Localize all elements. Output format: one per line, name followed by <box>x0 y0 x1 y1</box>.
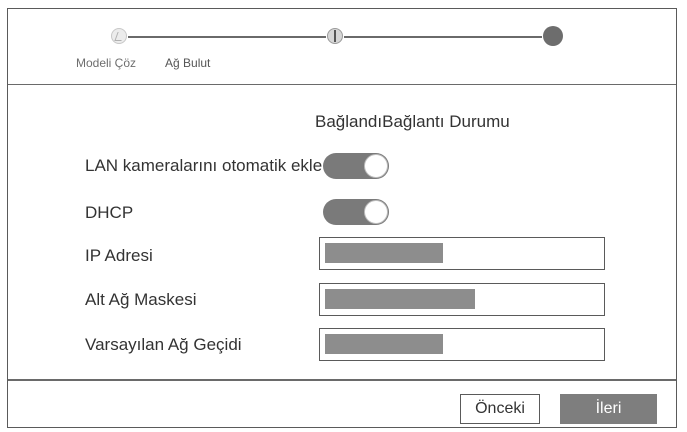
step-label-network: Ağ Bulut <box>165 56 211 70</box>
ip-address-label: IP Adresi <box>85 246 153 265</box>
default-gateway-field[interactable] <box>319 328 605 361</box>
subnet-mask-field[interactable] <box>319 283 605 316</box>
default-gateway-label: Varsayılan Ağ Geçidi <box>85 335 242 354</box>
ip-address-field[interactable] <box>319 237 605 270</box>
subnet-mask-label: Alt Ağ Maskesi <box>85 290 197 309</box>
step-connector <box>128 36 326 38</box>
redacted-value <box>325 243 443 263</box>
step-label-model: Modeli Çöz <box>76 56 137 70</box>
dhcp-label: DHCP <box>85 203 134 222</box>
wizard-step-icon <box>111 28 127 44</box>
redacted-value <box>325 334 443 354</box>
connection-status-title: BağlandıBağlantı Durumu <box>315 112 510 131</box>
setup-wizard-dialog: Modeli Çöz Ağ Bulut BağlandıBağlantı Dur… <box>7 8 677 428</box>
lan-auto-add-label: LAN kameralarını otomatik ekle <box>85 156 323 175</box>
cloud-step-icon <box>543 26 563 46</box>
footer-divider <box>8 379 676 381</box>
redacted-value <box>325 289 475 309</box>
dhcp-toggle[interactable] <box>323 199 389 225</box>
toggle-knob <box>364 154 388 178</box>
next-button[interactable]: İleri <box>560 394 657 424</box>
toggle-knob <box>364 200 388 224</box>
network-step-icon <box>327 28 343 44</box>
step-connector <box>344 36 542 38</box>
back-button[interactable]: Önceki <box>460 394 540 424</box>
lan-auto-add-toggle[interactable] <box>323 153 389 179</box>
wizard-stepper: Modeli Çöz Ağ Bulut <box>8 9 676 85</box>
